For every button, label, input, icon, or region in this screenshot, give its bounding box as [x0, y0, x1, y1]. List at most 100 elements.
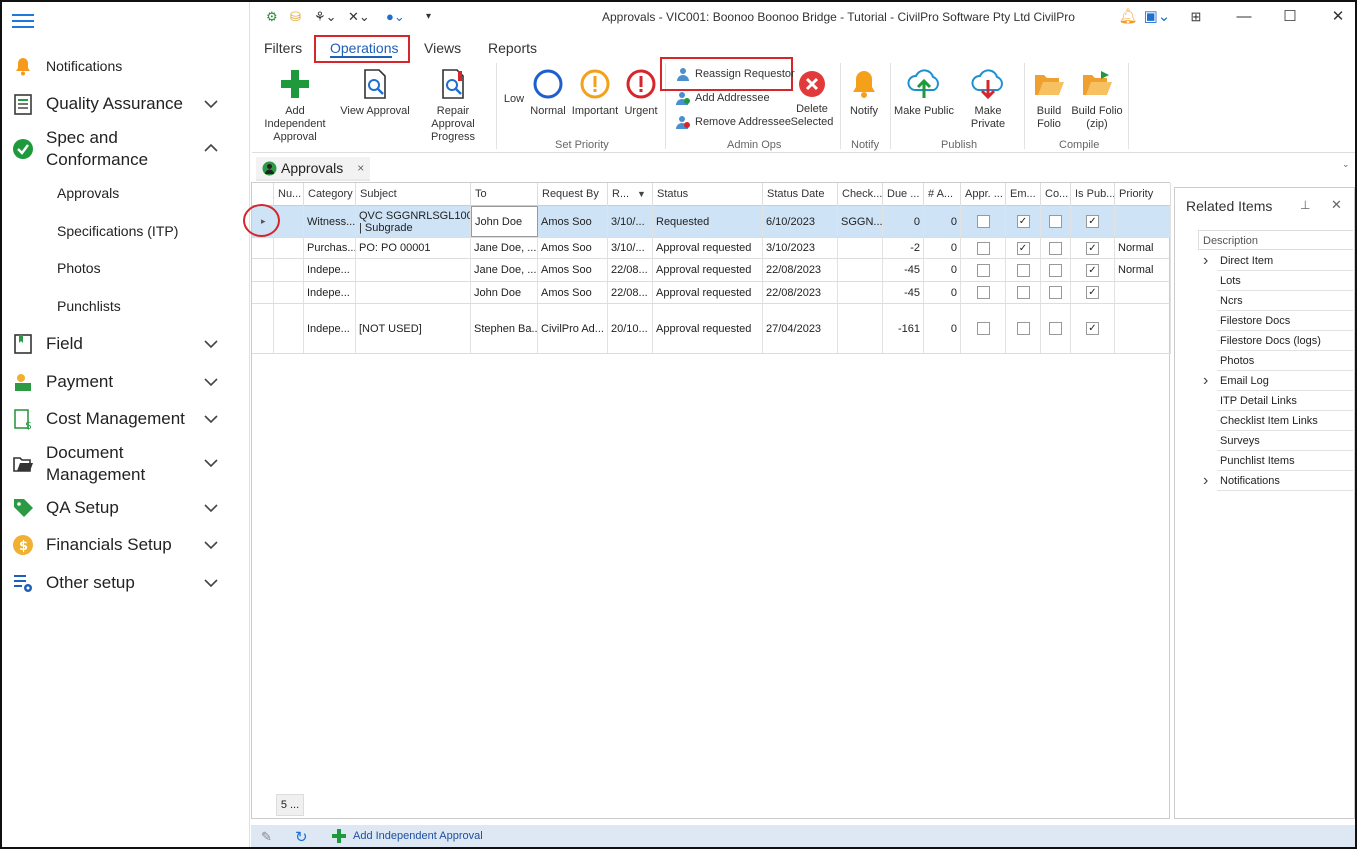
table-cell-status[interactable]: Approval requested — [653, 259, 763, 281]
sidebar-item-payment[interactable]: Payment — [2, 370, 250, 394]
qat-database-icon[interactable]: ⛁ — [290, 9, 301, 25]
table-cell-pub[interactable]: ✓ — [1071, 259, 1115, 281]
priority-urgent-button[interactable]: Urgent — [622, 67, 660, 118]
table-cell-em[interactable] — [1006, 282, 1041, 303]
table-cell-r[interactable]: 22/08... — [608, 282, 653, 303]
checkbox[interactable] — [1016, 286, 1030, 299]
related-item[interactable]: Surveys — [1217, 431, 1353, 451]
related-item[interactable]: ITP Detail Links — [1217, 391, 1353, 411]
checkbox[interactable]: ✓ — [1086, 241, 1099, 255]
add-independent-approval-button[interactable]: Add Independent Approval — [254, 67, 336, 144]
related-item[interactable]: Photos — [1217, 351, 1353, 371]
related-item[interactable]: Ncrs — [1217, 291, 1353, 311]
table-row[interactable]: Indepe... [NOT USED] Stephen Ba... CivilPro… — [252, 304, 1171, 354]
add-addressee-button[interactable]: Add Addressee — [676, 91, 770, 105]
checkbox[interactable]: ✓ — [1086, 215, 1099, 228]
table-cell-req[interactable]: CivilPro Ad... — [538, 304, 608, 353]
sidebar-subitem-photos[interactable]: Photos — [57, 260, 101, 276]
sidebar-item-spec-and-conformance[interactable]: Spec and Conformance — [2, 127, 250, 171]
checkbox[interactable]: ✓ — [1016, 241, 1030, 255]
table-cell-to[interactable]: Jane Doe, ... — [471, 259, 538, 281]
checkbox[interactable] — [976, 322, 990, 335]
table-cell-co[interactable] — [1041, 282, 1071, 303]
column-header[interactable]: Nu... — [274, 183, 304, 206]
table-cell-due[interactable]: -45 — [883, 259, 924, 281]
table-cell-pub[interactable]: ✓ — [1071, 206, 1115, 237]
table-cell-req[interactable]: Amos Soo — [538, 206, 608, 237]
table-cell-pub[interactable]: ✓ — [1071, 238, 1115, 258]
table-cell-a[interactable]: 0 — [924, 282, 961, 303]
checkbox[interactable]: ✓ — [1086, 322, 1099, 335]
related-item[interactable]: Filestore Docs — [1217, 311, 1353, 331]
table-row[interactable]: Indepe... Jane Doe, ... Amos Soo 22/08... Ap… — [252, 259, 1171, 282]
chevron-down-icon[interactable] — [204, 501, 218, 515]
edit-icon[interactable]: ✎ — [261, 829, 272, 845]
table-cell-co[interactable] — [1041, 259, 1071, 281]
expand-chevron-icon[interactable]: › — [1203, 471, 1213, 491]
table-cell[interactable] — [274, 238, 304, 258]
table-cell-status[interactable]: Requested — [653, 206, 763, 237]
related-item[interactable]: Notifications — [1217, 471, 1353, 491]
table-cell-to[interactable]: John Doe — [471, 206, 538, 237]
qat-user-dropdown-icon[interactable]: ⚘⌄ — [314, 9, 337, 25]
table-cell-req[interactable]: Amos Soo — [538, 282, 608, 303]
table-cell-em[interactable] — [1006, 259, 1041, 281]
checkbox[interactable]: ✓ — [1016, 215, 1030, 228]
pin-icon[interactable]: ⊥ — [1300, 198, 1310, 212]
checkbox[interactable] — [976, 286, 990, 299]
related-item[interactable]: Punchlist Items — [1217, 451, 1353, 471]
table-cell-to[interactable]: John Doe — [471, 282, 538, 303]
table-cell-prio[interactable] — [1115, 206, 1171, 237]
chevron-down-icon[interactable] — [204, 538, 218, 552]
qat-workflow-icon[interactable]: ⚙ — [266, 9, 278, 25]
reassign-requestor-button[interactable]: Reassign Requestor — [676, 67, 795, 81]
table-cell-r[interactable]: 3/10/... — [608, 206, 653, 237]
row-indicator[interactable] — [252, 282, 274, 303]
table-cell-due[interactable]: -45 — [883, 282, 924, 303]
table-cell-date[interactable]: 6/10/2023 — [763, 206, 838, 237]
tab-reports[interactable]: Reports — [488, 40, 537, 56]
row-indicator[interactable] — [252, 259, 274, 281]
table-cell-co[interactable] — [1041, 304, 1071, 353]
related-item[interactable]: Lots — [1217, 271, 1353, 291]
sidebar-subitem-specifications[interactable]: Specifications (ITP) — [57, 223, 178, 239]
chevron-up-icon[interactable] — [204, 141, 218, 155]
table-cell-cat[interactable]: Witness... — [304, 206, 356, 237]
chevron-down-icon[interactable] — [204, 412, 218, 426]
priority-important-button[interactable]: Important — [570, 67, 620, 118]
chevron-down-icon[interactable] — [204, 456, 218, 470]
help-dropdown-icon[interactable]: ▣⌄ — [1142, 6, 1172, 28]
checkbox[interactable]: ✓ — [1086, 263, 1099, 277]
table-cell-a[interactable]: 0 — [924, 238, 961, 258]
chevron-down-icon[interactable] — [204, 576, 218, 590]
sidebar-item-field[interactable]: Field — [2, 332, 250, 356]
table-cell-date[interactable]: 3/10/2023 — [763, 238, 838, 258]
table-cell-prio[interactable]: Normal — [1115, 238, 1171, 258]
table-cell-co[interactable] — [1041, 206, 1071, 237]
table-cell-date[interactable]: 27/04/2023 — [763, 304, 838, 353]
table-cell[interactable] — [274, 304, 304, 353]
tab-views[interactable]: Views — [424, 40, 461, 56]
table-cell-a[interactable]: 0 — [924, 259, 961, 281]
table-cell-cat[interactable]: Indepe... — [304, 304, 356, 353]
checkbox[interactable]: ✓ — [1086, 286, 1099, 299]
build-folio-button[interactable]: Build Folio — [1030, 67, 1068, 131]
table-cell-due[interactable]: 0 — [883, 206, 924, 237]
document-tab-approvals[interactable]: Approvals × — [256, 157, 371, 181]
refresh-icon[interactable]: ↻ — [295, 828, 308, 846]
table-cell[interactable] — [274, 282, 304, 303]
maximize-icon[interactable]: ☐ — [1278, 6, 1302, 28]
qat-tools-dropdown-icon[interactable]: ✕⌄ — [348, 9, 370, 25]
related-item[interactable]: Filestore Docs (logs) — [1217, 331, 1353, 351]
table-cell-em[interactable]: ✓ — [1006, 238, 1041, 258]
table-cell-appr[interactable] — [961, 206, 1006, 237]
chevron-down-icon[interactable] — [204, 375, 218, 389]
table-cell-date[interactable]: 22/08/2023 — [763, 259, 838, 281]
table-cell-appr[interactable] — [961, 238, 1006, 258]
table-cell-r[interactable]: 3/10/... — [608, 238, 653, 258]
table-cell-req[interactable]: Amos Soo — [538, 259, 608, 281]
make-public-button[interactable]: Make Public — [894, 67, 954, 118]
make-private-button[interactable]: Make Private — [956, 67, 1020, 131]
table-cell-subject[interactable] — [356, 259, 471, 281]
column-header[interactable]: Co... — [1041, 183, 1071, 206]
